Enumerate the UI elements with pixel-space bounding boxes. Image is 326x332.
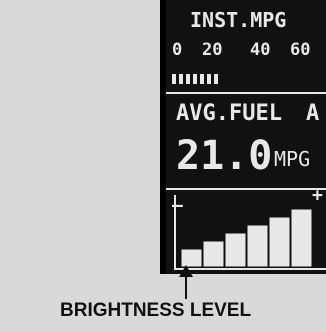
mpg-value: 21.0 [176, 133, 273, 179]
scale-40: 40 [250, 40, 271, 60]
divider [166, 188, 326, 190]
scale-0: 0 [172, 40, 183, 60]
scale-60: 60 [290, 40, 311, 60]
brightness-bar [291, 209, 312, 267]
brightness-bar [269, 217, 290, 267]
lcd-display: INST.MPG 0 20 40 60 AVG.FUEL A 21.0 MPG … [160, 0, 326, 274]
mpg-unit: MPG [274, 147, 311, 171]
divider [166, 92, 326, 94]
brightness-panel: – + [172, 185, 326, 270]
avg-fuel-label: AVG.FUEL [176, 101, 282, 126]
inst-mpg-label: INST.MPG [190, 8, 287, 32]
scale-20: 20 [202, 40, 223, 60]
brightness-bar [225, 233, 246, 267]
brightness-bar [181, 249, 202, 267]
inst-mpg-bar-gauge [172, 74, 218, 84]
caption: BRIGHTNESS LEVEL [60, 300, 252, 321]
brightness-bar [203, 241, 224, 267]
brightness-bars [181, 209, 312, 267]
pointer-arrow-icon [179, 265, 193, 299]
brightness-bar [247, 225, 268, 267]
avg-fuel-mode: A [306, 101, 320, 126]
